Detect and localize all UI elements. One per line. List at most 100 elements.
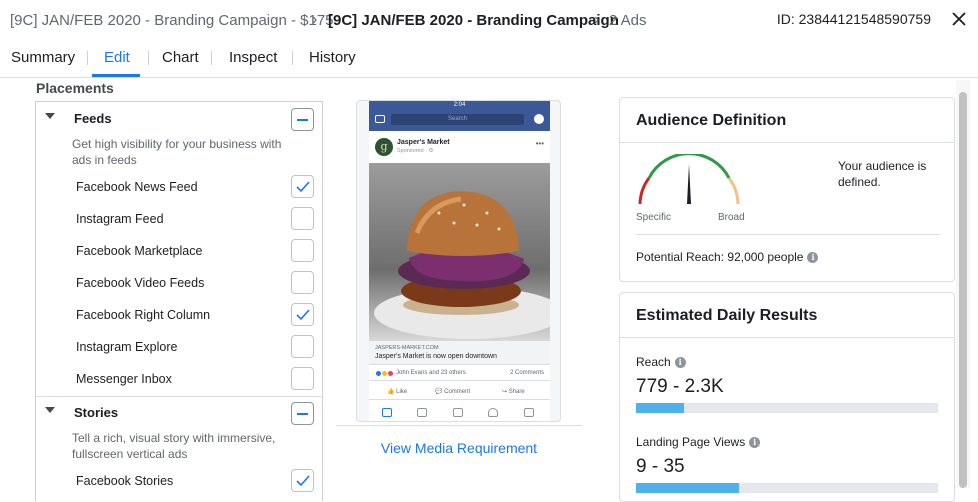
tab-chart[interactable]: Chart bbox=[162, 49, 199, 66]
estimated-title: Estimated Daily Results bbox=[636, 307, 818, 324]
preview-divider bbox=[336, 425, 582, 426]
placement-row[interactable]: Facebook Right Column bbox=[36, 299, 322, 331]
placement-checkbox[interactable] bbox=[291, 469, 314, 492]
post-header: g Jasper's Market Sponsored · ⚙ ••• bbox=[369, 133, 550, 161]
tab-divider bbox=[292, 51, 293, 65]
breadcrumb-adset[interactable]: [9C] JAN/FEB 2020 - Branding Campaign bbox=[328, 12, 619, 29]
info-icon[interactable]: i bbox=[674, 357, 686, 368]
post-actions: 👍 Like 💬 Comment ↪ Share bbox=[369, 384, 550, 400]
feeds-collapse-button[interactable] bbox=[291, 108, 314, 131]
placement-label: Instagram Feed bbox=[76, 212, 164, 226]
placement-checkbox[interactable] bbox=[291, 271, 314, 294]
reach-metric-label: Reach i bbox=[636, 355, 686, 369]
placement-label: Facebook Stories bbox=[76, 474, 174, 488]
card-divider bbox=[636, 234, 940, 235]
facebook-top-bar: 2:04 Search bbox=[369, 101, 550, 131]
camera-icon bbox=[375, 115, 385, 123]
tab-edit[interactable]: Edit bbox=[104, 49, 130, 66]
close-icon[interactable] bbox=[948, 8, 970, 30]
bell-icon bbox=[488, 408, 498, 417]
card-divider bbox=[620, 337, 954, 338]
reactions-text: John Evans and 23 others bbox=[396, 370, 466, 376]
view-media-requirement-link[interactable]: View Media Requirement bbox=[336, 440, 582, 456]
placement-row[interactable]: Facebook Marketplace bbox=[36, 235, 322, 267]
more-icon: ••• bbox=[535, 139, 544, 148]
placement-row[interactable]: Messenger Inbox bbox=[36, 363, 322, 395]
tab-inspect[interactable]: Inspect bbox=[229, 49, 277, 66]
placement-label: Facebook News Feed bbox=[76, 180, 198, 194]
breadcrumb-ads[interactable]: 2 Ads bbox=[609, 12, 647, 29]
page-name: Jasper's Market bbox=[397, 139, 450, 146]
tab-divider bbox=[211, 51, 212, 65]
news-feed-icon bbox=[382, 408, 392, 417]
stories-description: Tell a rich, visual story with immersive… bbox=[72, 431, 276, 461]
checkmark-icon bbox=[296, 475, 310, 487]
audience-title: Audience Definition bbox=[636, 112, 787, 129]
placement-row[interactable]: Facebook News Feed bbox=[36, 171, 322, 203]
tab-summary[interactable]: Summary bbox=[11, 49, 75, 66]
placement-checkbox[interactable] bbox=[291, 303, 314, 326]
placement-checkbox[interactable] bbox=[291, 239, 314, 262]
audience-status: Your audience is defined. bbox=[838, 159, 927, 189]
gauge-specific-label: Specific bbox=[636, 212, 672, 223]
scrollbar-thumb[interactable] bbox=[959, 92, 967, 488]
placement-checkbox[interactable] bbox=[291, 335, 314, 358]
landing-page-views-progress-fill bbox=[636, 483, 739, 493]
stories-section-header[interactable]: Stories bbox=[36, 396, 322, 430]
messenger-icon bbox=[534, 114, 544, 124]
reactions-bar: John Evans and 23 others 2 Comments bbox=[369, 367, 550, 381]
search-bar: Search bbox=[391, 114, 524, 125]
caret-down-icon[interactable] bbox=[45, 407, 55, 413]
chevron-right-icon: › bbox=[312, 11, 318, 28]
placements-panel: Feeds Get high visibility for your busin… bbox=[35, 101, 323, 501]
phone-bottom-nav bbox=[369, 402, 550, 421]
placement-label: Facebook Marketplace bbox=[76, 244, 203, 258]
reaction-icons bbox=[375, 370, 395, 377]
sponsored-label: Sponsored · ⚙ bbox=[397, 148, 434, 154]
info-icon[interactable]: i bbox=[807, 252, 819, 263]
placement-row[interactable]: Facebook Stories bbox=[36, 465, 322, 497]
tab-bar: Summary Edit Chart Inspect History bbox=[0, 40, 978, 78]
ad-link-box: JASPERS-MARKET.COM Jasper's Market is no… bbox=[369, 341, 550, 365]
comments-count: 2 Comments bbox=[509, 370, 544, 376]
landing-page-views-label: Landing Page Views i bbox=[636, 435, 761, 449]
audience-gauge bbox=[638, 154, 740, 205]
phone-mockup: 2:04 Search g Jasper's Market Sponsored … bbox=[369, 101, 550, 421]
audience-definition-card: Audience Definition Specific Broad Your … bbox=[619, 97, 955, 282]
stories-collapse-button[interactable] bbox=[291, 402, 314, 425]
placement-row[interactable]: Facebook Video Feeds bbox=[36, 267, 322, 299]
estimated-daily-results-card: Estimated Daily Results Reach i 779 - 2.3… bbox=[619, 292, 955, 502]
like-action: 👍 Like bbox=[387, 389, 408, 395]
placement-label: Instagram Explore bbox=[76, 340, 178, 354]
tab-divider bbox=[87, 51, 88, 65]
placements-title: Placements bbox=[36, 80, 114, 96]
checkmark-icon bbox=[296, 309, 310, 321]
placement-label: Messenger Inbox bbox=[76, 372, 172, 386]
ad-image-burger bbox=[369, 163, 550, 341]
reach-progress-bar bbox=[636, 403, 938, 413]
breadcrumb-campaign[interactable]: [9C] JAN/FEB 2020 - Branding Campaign - … bbox=[10, 12, 334, 29]
potential-reach-text: Potential Reach: 92,000 people bbox=[636, 250, 804, 264]
header: [9C] JAN/FEB 2020 - Branding Campaign - … bbox=[0, 0, 978, 40]
link-title: Jasper's Market is now open downtown bbox=[375, 353, 497, 360]
feeds-section-header[interactable]: Feeds bbox=[36, 102, 322, 136]
stories-section-title: Stories bbox=[74, 405, 119, 420]
tab-history[interactable]: History bbox=[309, 49, 356, 66]
tab-divider bbox=[148, 51, 149, 65]
placement-row[interactable]: Instagram Explore bbox=[36, 331, 322, 363]
active-tab-indicator bbox=[92, 74, 140, 77]
placement-checkbox[interactable] bbox=[291, 367, 314, 390]
caret-down-icon[interactable] bbox=[45, 113, 55, 119]
reach-progress-fill bbox=[636, 403, 685, 413]
placement-checkbox[interactable] bbox=[291, 175, 314, 198]
info-icon[interactable]: i bbox=[749, 437, 761, 448]
potential-reach: Potential Reach: 92,000 people i bbox=[636, 250, 819, 264]
placement-label: Facebook Right Column bbox=[76, 308, 211, 322]
link-url: JASPERS-MARKET.COM bbox=[375, 345, 439, 351]
menu-icon bbox=[524, 408, 534, 417]
reach-metric-value: 779 - 2.3K bbox=[636, 376, 724, 397]
page-avatar: g bbox=[375, 138, 393, 156]
placement-checkbox[interactable] bbox=[291, 207, 314, 230]
ad-preview: 2:04 Search g Jasper's Market Sponsored … bbox=[356, 100, 561, 422]
placement-row[interactable]: Instagram Feed bbox=[36, 203, 322, 235]
